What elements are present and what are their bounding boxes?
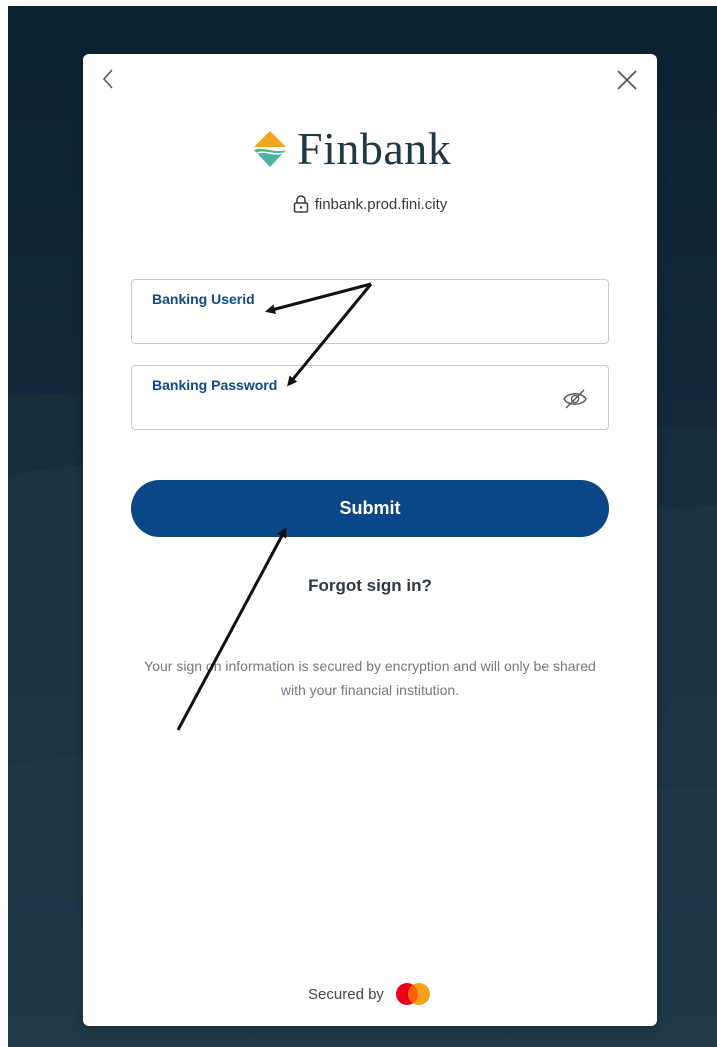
close-button[interactable] (615, 68, 639, 92)
lock-icon (293, 195, 308, 213)
password-field[interactable]: Banking Password (131, 365, 609, 430)
forgot-sign-in-link[interactable]: Forgot sign in? (83, 576, 657, 596)
eye-slash-icon[interactable] (562, 388, 588, 410)
submit-button[interactable]: Submit (131, 480, 609, 537)
brand-logo: Finbank (251, 124, 451, 174)
finbank-logo-icon (254, 131, 286, 167)
userid-field[interactable]: Banking Userid (131, 279, 609, 344)
close-icon (617, 70, 637, 90)
userid-input[interactable] (152, 314, 566, 338)
brand-name: Finbank (297, 123, 452, 174)
password-input[interactable] (152, 400, 536, 424)
userid-label: Banking Userid (152, 291, 255, 307)
screen: Finbank finbank.prod.fini.city Banking U… (0, 0, 717, 1047)
domain-indicator: finbank.prod.fini.city (83, 195, 657, 213)
login-modal: Finbank finbank.prod.fini.city Banking U… (83, 54, 657, 1026)
security-note: Your sign on information is secured by e… (144, 658, 596, 698)
secured-by-footer: Secured by (83, 982, 657, 1006)
chevron-left-icon (102, 69, 113, 89)
mastercard-logo-icon (395, 983, 430, 1005)
back-button[interactable] (97, 66, 119, 92)
domain-text: finbank.prod.fini.city (314, 195, 448, 213)
secured-by-label: Secured by (308, 985, 384, 1003)
password-label: Banking Password (152, 377, 278, 393)
